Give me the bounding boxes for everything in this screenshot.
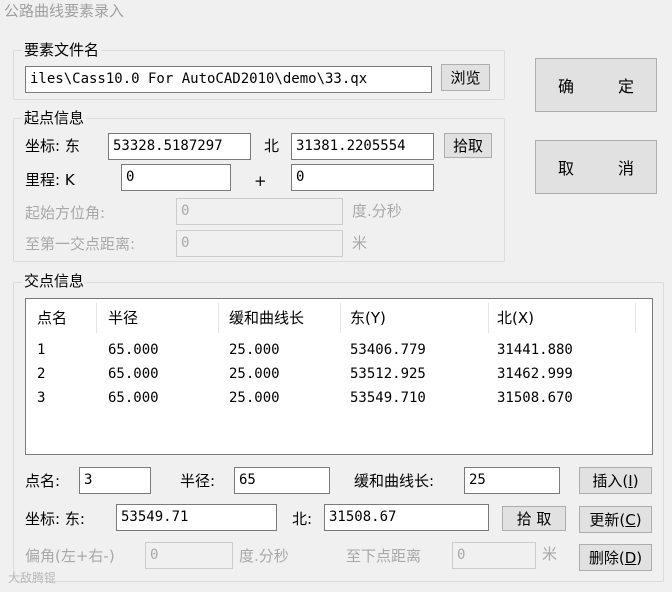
cell-north: 31441.880 <box>497 342 573 358</box>
delete-button[interactable]: 删除(D) <box>579 544 652 571</box>
mileage-label: 里程: K <box>25 171 75 189</box>
ip-east-field[interactable]: 53549.71 <box>116 504 277 531</box>
mileage-m-field[interactable]: 0 <box>291 164 434 191</box>
browse-button[interactable]: 浏览 <box>441 64 490 91</box>
cell-radius: 65.000 <box>108 342 159 358</box>
col-header-north[interactable]: 北(X) <box>497 307 534 329</box>
col-sep <box>218 303 219 333</box>
first-distance-field[interactable]: 0 <box>176 230 343 257</box>
start-north-field[interactable]: 31381.2205554 <box>291 133 434 160</box>
deflection-unit-label: 度.分秒 <box>239 547 289 565</box>
first-distance-unit-label: 米 <box>352 234 368 252</box>
ip-list[interactable]: 点名 半径 缓和曲线长 东(Y) 北(X) 1 65.000 25.000 53… <box>25 298 653 455</box>
ip-pick-button[interactable]: 拾 取 <box>502 506 566 531</box>
insert-button[interactable]: 插入(I) <box>579 467 652 494</box>
cell-radius: 65.000 <box>108 390 159 406</box>
cell-name: 2 <box>37 366 46 382</box>
window-title: 公路曲线要素录入 <box>4 2 125 20</box>
first-distance-label: 至第一交点距离: <box>25 235 136 253</box>
ok-button-char-1: 确 <box>558 77 575 96</box>
delete-button-close: ) <box>636 548 643 567</box>
ip-name-label: 点名: <box>25 472 61 490</box>
mileage-plus-label: + <box>254 172 267 190</box>
cancel-button-char-1: 取 <box>558 159 575 178</box>
update-button-close: ) <box>635 510 642 529</box>
col-header-transition[interactable]: 缓和曲线长 <box>229 307 304 329</box>
cell-name: 1 <box>37 342 46 358</box>
start-north-label: 北 <box>264 137 280 155</box>
watermark: 大敌腾锟 <box>8 571 57 585</box>
col-header-east[interactable]: 东(Y) <box>350 307 386 329</box>
ip-transition-label: 缓和曲线长: <box>354 472 435 490</box>
col-sep <box>96 303 97 333</box>
mileage-km-field[interactable]: 0 <box>121 164 231 191</box>
cell-north: 31508.670 <box>497 390 573 406</box>
next-distance-unit-label: 米 <box>542 545 558 563</box>
ip-coord-label: 坐标: 东: <box>25 510 85 528</box>
col-sep <box>340 303 341 333</box>
next-distance-field[interactable]: 0 <box>452 542 536 569</box>
insert-button-close: ) <box>632 471 639 490</box>
deflection-field[interactable]: 0 <box>145 542 233 569</box>
ip-north-label: 北: <box>292 510 313 528</box>
cell-name: 3 <box>37 390 46 406</box>
azimuth-label: 起始方位角: <box>25 204 106 222</box>
col-sep <box>635 303 636 333</box>
ip-radius-field[interactable]: 65 <box>234 467 330 494</box>
cell-transition: 25.000 <box>229 342 280 358</box>
file-group-label: 要素文件名 <box>22 41 102 59</box>
start-group-label: 起点信息 <box>22 109 87 127</box>
next-distance-label: 至下点距离 <box>346 547 422 565</box>
file-path-field[interactable]: iles\Cass10.0 For AutoCAD2010\demo\33.qx <box>25 66 432 93</box>
deflection-label: 偏角(左+右-) <box>25 547 115 565</box>
col-header-radius[interactable]: 半径 <box>108 307 138 329</box>
cancel-button-char-2: 消 <box>617 159 634 178</box>
delete-button-label: 删除( <box>588 549 625 567</box>
update-button[interactable]: 更新(C) <box>579 506 652 533</box>
cell-transition: 25.000 <box>229 390 280 406</box>
cell-transition: 25.000 <box>229 366 280 382</box>
cell-east: 53549.710 <box>350 390 426 406</box>
update-button-label: 更新( <box>589 511 626 529</box>
start-coord-label: 坐标: 东 <box>25 137 80 155</box>
ip-radius-label: 半径: <box>180 472 216 490</box>
start-pick-button[interactable]: 拾取 <box>444 133 492 158</box>
azimuth-unit-label: 度.分秒 <box>352 202 402 220</box>
azimuth-field[interactable]: 0 <box>176 198 343 225</box>
ip-group-label: 交点信息 <box>22 272 87 290</box>
ip-north-field[interactable]: 31508.67 <box>324 504 489 531</box>
ip-name-field[interactable]: 3 <box>79 467 151 494</box>
insert-button-label: 插入( <box>592 472 629 490</box>
delete-button-key: D <box>624 548 637 567</box>
cell-radius: 65.000 <box>108 366 159 382</box>
cell-north: 31462.999 <box>497 366 573 382</box>
cell-east: 53512.925 <box>350 366 426 382</box>
start-east-field[interactable]: 53328.5187297 <box>108 133 251 160</box>
ok-button[interactable]: 确 定 <box>535 58 657 112</box>
col-header-name[interactable]: 点名 <box>37 307 67 329</box>
cancel-button[interactable]: 取 消 <box>535 140 657 194</box>
ok-button-char-2: 定 <box>617 77 634 96</box>
ip-transition-field[interactable]: 25 <box>464 467 560 494</box>
col-sep <box>488 303 489 333</box>
cell-east: 53406.779 <box>350 342 426 358</box>
update-button-key: C <box>625 510 636 529</box>
